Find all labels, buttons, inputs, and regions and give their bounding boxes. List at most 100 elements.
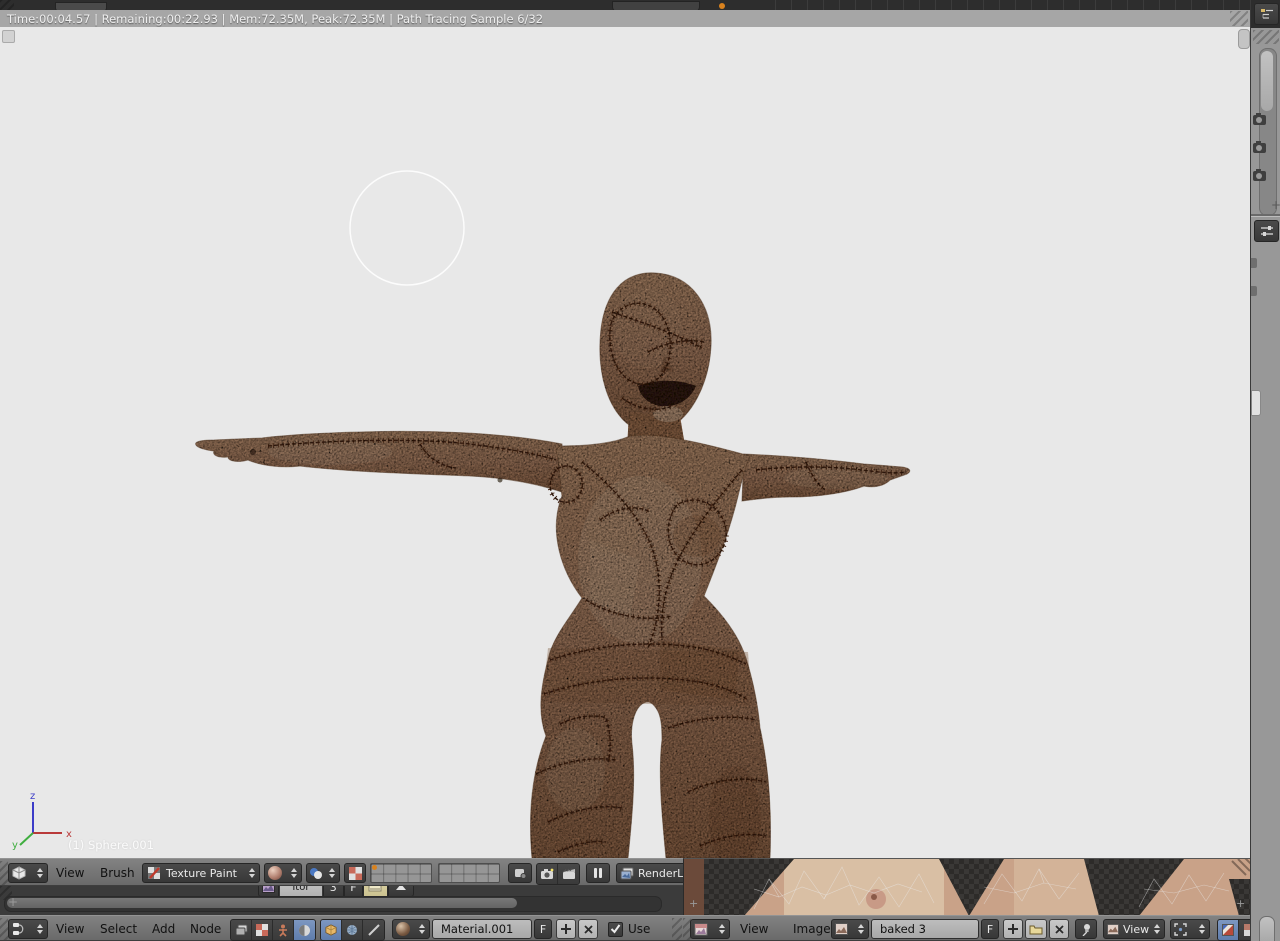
material-preview-dropdown[interactable] <box>392 919 430 939</box>
stroke-line-icon <box>367 924 380 936</box>
texture-context-button[interactable] <box>252 920 273 940</box>
brush-preview-dropdown[interactable] <box>264 863 302 883</box>
render-status-text: Time:00:04.57 | Remaining:00:22.93 | Mem… <box>7 12 544 26</box>
render-status-bar: Time:00:04.57 | Remaining:00:22.93 | Mem… <box>0 10 1250 28</box>
image-fake-user-text: F <box>986 922 994 936</box>
menu-select-node[interactable]: Select <box>100 919 137 939</box>
texture-palette-grid-1[interactable] <box>370 863 432 883</box>
node-editor-canvas[interactable]: Itor 3 F + <box>0 886 683 915</box>
image-open-button[interactable] <box>1025 919 1047 939</box>
texture-slot-dropdown[interactable] <box>306 863 340 883</box>
material-add-button[interactable] <box>556 919 576 939</box>
pivot-center-icon <box>1174 922 1187 936</box>
material-unlink-button[interactable] <box>578 919 598 939</box>
outliner-list-icon <box>1260 9 1273 19</box>
keying-button[interactable] <box>508 863 532 883</box>
node-hscrollbar-thumb[interactable] <box>7 898 517 908</box>
material-preview-sphere-icon <box>396 922 410 936</box>
editor-type-selector-outliner[interactable] <box>1254 3 1279 25</box>
view-mode-icon <box>1107 923 1119 935</box>
camera-icon <box>1253 169 1266 181</box>
node-editor-icon <box>13 923 24 935</box>
editor-type-selector-node[interactable] <box>8 919 48 939</box>
camera-icon <box>1253 113 1266 125</box>
viewport-3d[interactable]: z x y (1) Sphere.001 <box>0 27 1250 858</box>
material-sphere-icon <box>299 924 310 936</box>
node-hscrollbar-track[interactable]: + <box>4 895 662 912</box>
pause-render-button[interactable] <box>586 863 610 883</box>
properties-sliders-icon <box>1260 226 1273 236</box>
pivot-dropdown[interactable] <box>1170 919 1210 939</box>
menu-brush[interactable]: Brush <box>100 863 135 883</box>
axis-z-label: z <box>30 791 35 802</box>
blender-window: Time:00:04.57 | Remaining:00:22.93 | Mem… <box>0 0 1280 941</box>
sidebar-vscrollbar-thumb[interactable] <box>1259 916 1275 941</box>
linestyle-type-button[interactable] <box>363 920 384 940</box>
clapperboard-icon <box>562 868 575 879</box>
figure-icon <box>279 924 287 937</box>
outliner-vscrollbar-thumb[interactable] <box>1261 51 1273 111</box>
mask-toggle-button[interactable] <box>344 863 366 883</box>
check-icon <box>610 924 621 934</box>
shader-context-group <box>230 919 316 941</box>
viewport-right-scroll-tab[interactable] <box>1238 29 1250 49</box>
material-name-field[interactable]: Material.001 <box>432 919 532 939</box>
image-unlink-button[interactable] <box>1049 919 1069 939</box>
render-preview-figure <box>195 170 911 858</box>
checker-icon <box>256 924 268 936</box>
plus-expand-right-icon[interactable]: + <box>1236 897 1245 910</box>
image-editor-canvas[interactable]: + + <box>683 858 1250 915</box>
view-mode-text: View <box>1123 922 1150 936</box>
texture-palette-grid-2[interactable] <box>438 863 500 883</box>
viewport-corner-widget[interactable] <box>2 30 15 43</box>
editor-type-selector-properties[interactable] <box>1254 220 1279 242</box>
object-type-button[interactable] <box>321 920 342 940</box>
object-shader-context-button[interactable] <box>294 920 315 940</box>
header-grip-icon <box>0 861 8 885</box>
image-fake-user-button[interactable]: F <box>981 919 999 939</box>
plus-expand-left-icon[interactable]: + <box>689 897 698 910</box>
image-new-button[interactable] <box>1003 919 1023 939</box>
image-layers-icon <box>235 924 247 936</box>
interaction-mode-label: Texture Paint <box>166 866 237 880</box>
node-editor-header: View Select Add Node Material.001 F Use <box>0 915 683 941</box>
active-object-label: (1) Sphere.001 <box>68 838 155 852</box>
menu-view-node[interactable]: View <box>56 919 84 939</box>
menu-view-image[interactable]: View <box>740 919 768 939</box>
camera-icon <box>541 868 554 879</box>
use-nodes-checkbox[interactable] <box>608 922 623 937</box>
paint-mask-button[interactable] <box>1218 920 1239 940</box>
image-datablock-dropdown[interactable] <box>831 919 869 939</box>
compositor-context-button[interactable] <box>231 920 252 940</box>
pennant-icon <box>1222 924 1234 936</box>
render-layers-icon <box>620 867 634 879</box>
node-users-count: 3 <box>329 886 337 894</box>
menu-add-node[interactable]: Add <box>152 919 175 939</box>
node-header-right-grip-icon <box>672 918 682 940</box>
plus-expand-icon[interactable]: + <box>1271 198 1280 212</box>
renderlayer-camera-icons[interactable] <box>1252 112 1268 196</box>
material-fake-user-button[interactable]: F <box>534 919 552 939</box>
material-name-text: Material.001 <box>441 922 514 936</box>
properties-divider <box>1251 214 1280 217</box>
menu-image[interactable]: Image <box>793 919 831 939</box>
render-animation-button[interactable] <box>558 864 579 884</box>
plus-expand-icon[interactable]: + <box>8 895 18 909</box>
shader-type-group <box>320 919 385 941</box>
uv-texture-preview: + + <box>684 859 1250 915</box>
render-still-button[interactable] <box>537 864 558 884</box>
outliner-corner-grip-icon <box>1253 30 1279 44</box>
world-type-button[interactable] <box>342 920 363 940</box>
lineset-context-button[interactable] <box>273 920 294 940</box>
camera-icon <box>1253 141 1266 153</box>
menu-node[interactable]: Node <box>190 919 221 939</box>
image-name-field[interactable]: baked 3 <box>871 919 979 939</box>
image-pin-button[interactable] <box>1075 919 1097 939</box>
properties-button-sliver <box>1251 390 1261 416</box>
chevron-up-icon <box>395 886 406 890</box>
editor-type-selector-3d[interactable] <box>8 863 48 883</box>
interaction-mode-dropdown[interactable]: Texture Paint <box>142 863 260 883</box>
menu-view-3d[interactable]: View <box>56 863 84 883</box>
image-view-mode-dropdown[interactable]: View <box>1103 919 1165 939</box>
editor-type-selector-image[interactable] <box>690 919 730 939</box>
